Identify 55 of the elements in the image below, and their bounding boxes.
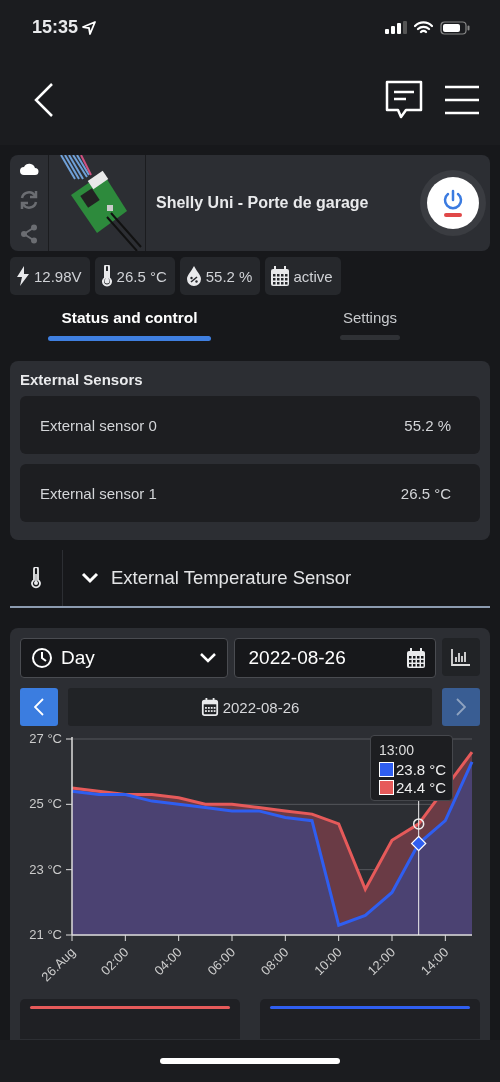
tab[interactable]: Status and control [48, 309, 211, 349]
sensor-name: External sensor 1 [40, 484, 157, 502]
clock-time: 15:35 [32, 17, 79, 38]
date-field[interactable]: 2022-08-26 [233, 638, 437, 678]
calendar-icon [271, 266, 290, 286]
y-tick-label: 23 °C [29, 861, 62, 877]
tab[interactable]: Settings [340, 309, 400, 349]
data-point [410, 835, 427, 852]
menu-icon[interactable] [444, 85, 480, 115]
device-card[interactable]: Shelly Uni - Porte de garage [10, 155, 490, 251]
thermometer-icon [100, 265, 113, 287]
y-tick-label: 21 °C [29, 927, 62, 942]
back-icon[interactable] [34, 82, 54, 118]
chat-icon[interactable] [384, 80, 424, 120]
power-button[interactable] [427, 177, 479, 229]
drop-icon [185, 265, 202, 287]
panel-title: External Sensors [20, 371, 144, 388]
tooltip-time: 13:00 [379, 742, 416, 758]
battery-icon [440, 20, 470, 35]
sensor-name: External sensor 0 [40, 416, 157, 434]
chip-value: active [293, 267, 333, 285]
chevron-icon [198, 652, 217, 664]
section-title: External Temperature Sensor [111, 567, 352, 589]
period-select[interactable]: Day [20, 638, 228, 678]
signal-icon [385, 21, 407, 34]
thermometer-icon [30, 567, 42, 589]
previous-button[interactable] [20, 688, 58, 726]
data-point [412, 818, 425, 830]
y-tick-label: 27 °C [29, 732, 62, 746]
y-tick-label: 25 °C [29, 796, 62, 812]
chevron-left-icon [34, 698, 44, 716]
tooltip-value: 23.8 °C [396, 761, 447, 778]
chip-value: 26.5 °C [116, 267, 167, 285]
chip-value: 55.2 % [205, 267, 253, 285]
power-icon [442, 189, 464, 211]
chip-value: 12.98V [34, 267, 82, 285]
sensor-value: 26.5 °C [400, 484, 451, 502]
tooltip-value: 24.4 °C [396, 779, 447, 796]
calendar-icon [200, 698, 219, 716]
refresh-icon[interactable] [19, 190, 39, 210]
device-name: Shelly Uni - Porte de garage [156, 194, 369, 212]
calendar-icon [407, 648, 426, 668]
wifi-icon [414, 20, 433, 35]
chart-button[interactable] [442, 638, 480, 676]
legend-item[interactable] [20, 999, 240, 1039]
chevron-right-icon [456, 698, 466, 716]
chevron-icon[interactable] [81, 572, 99, 584]
share-icon[interactable] [20, 224, 38, 244]
sensor-value: 55.2 % [404, 416, 451, 434]
lightning-icon [16, 266, 30, 286]
clock-icon [31, 647, 53, 669]
bar-chart-icon [451, 648, 472, 666]
date-text: 2022-08-26 [222, 698, 300, 716]
legend-item[interactable] [260, 999, 480, 1039]
location-arrow-icon [82, 20, 97, 35]
